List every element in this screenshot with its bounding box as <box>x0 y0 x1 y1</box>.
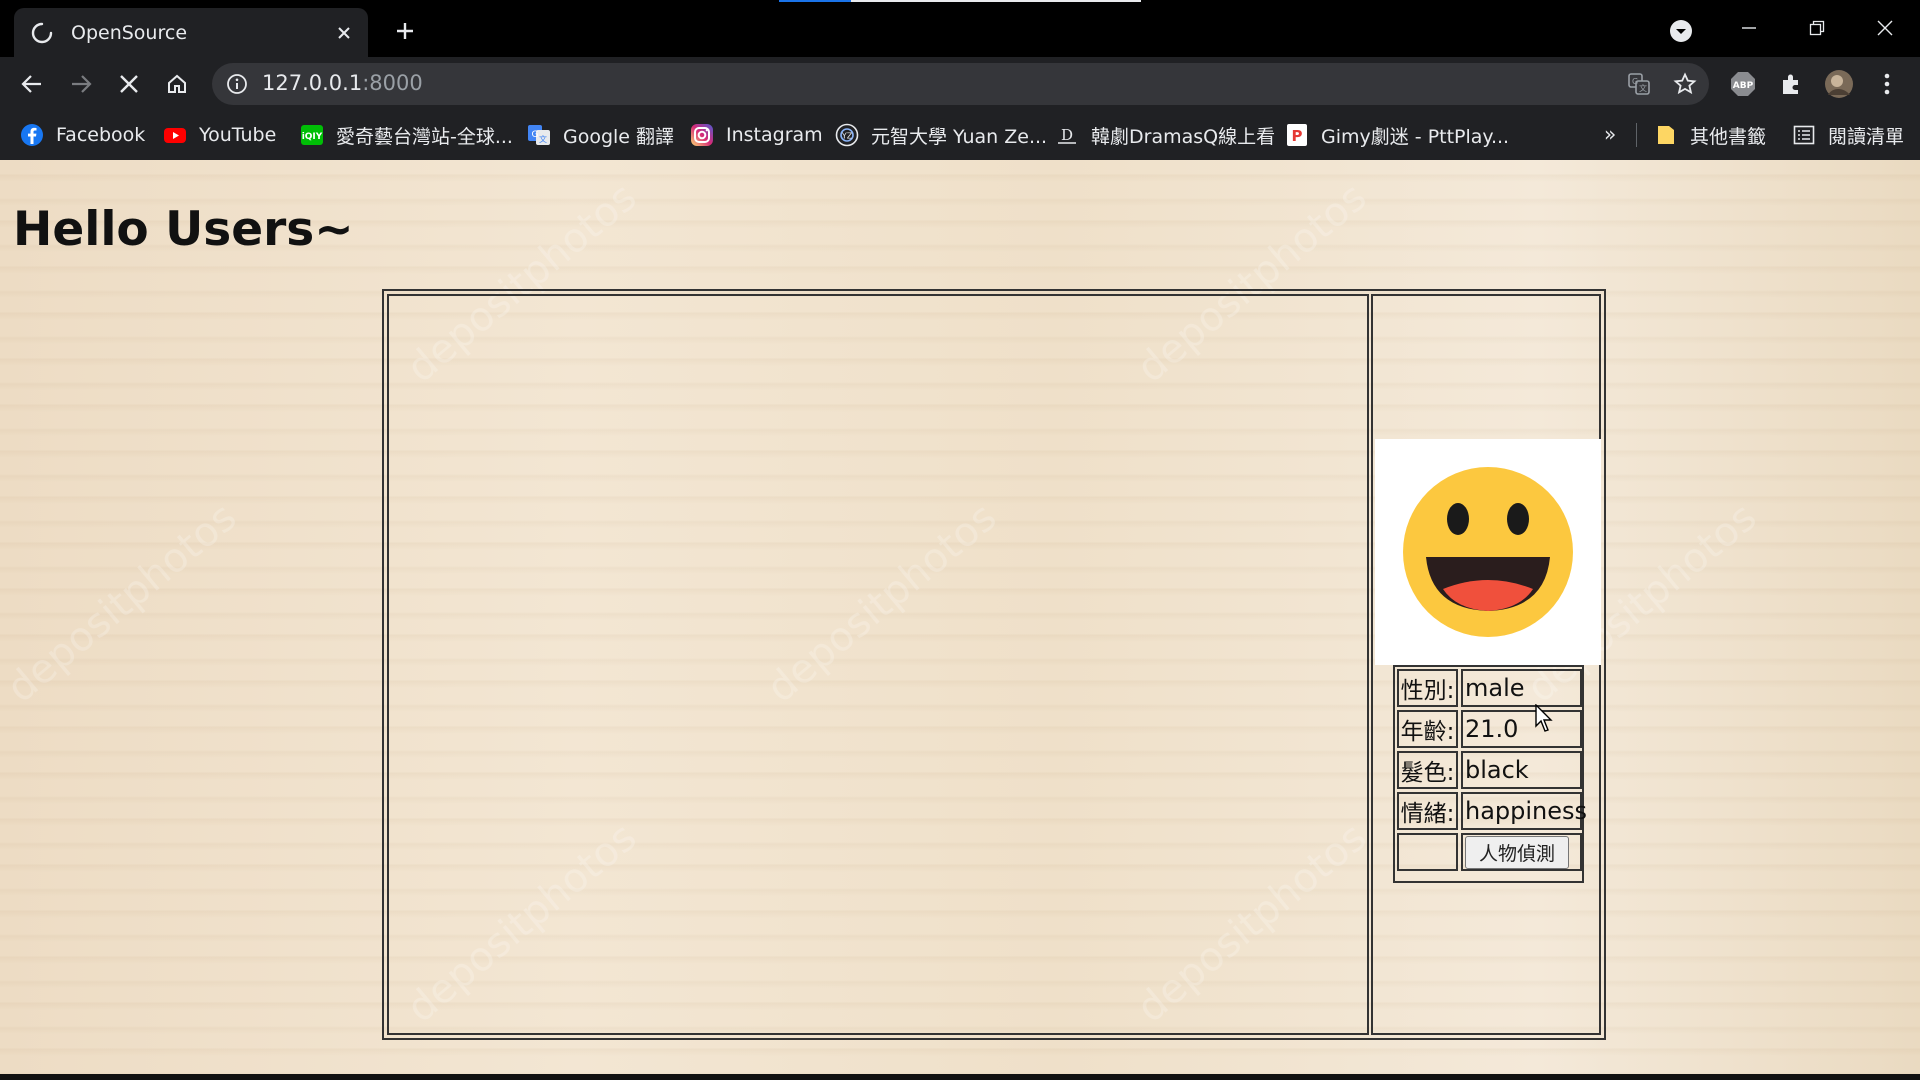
back-arrow-icon[interactable] <box>15 67 49 101</box>
svg-text:iQIY: iQIY <box>302 132 323 142</box>
bookmarks-bar: Facebook YouTube iQIY 愛奇藝台灣站-全球... G文 Go… <box>0 110 1920 160</box>
restore-icon[interactable] <box>1794 10 1840 46</box>
svg-text:D: D <box>1061 126 1073 144</box>
svg-text:P: P <box>1292 127 1303 145</box>
tab-opensource[interactable]: OpenSource <box>14 8 368 57</box>
bookmark-dramasq[interactable]: D 韓劇DramasQ線上看 <box>1055 110 1275 160</box>
svg-text:YZ: YZ <box>841 132 853 141</box>
result-panel: 性別: male 年齡: 21.0 髮色: black 情緒: happines… <box>1371 294 1601 1035</box>
bookmark-gimy[interactable]: P Gimy劇迷 - PttPlay... <box>1285 110 1509 160</box>
browser-menu-icon[interactable] <box>1872 69 1902 99</box>
translate-icon[interactable]: G 文 <box>1627 72 1651 96</box>
tab-search-icon[interactable] <box>1668 18 1694 44</box>
close-window-icon[interactable] <box>1862 10 1908 46</box>
bookmark-instagram[interactable]: Instagram <box>690 110 823 160</box>
taskbar-edge <box>0 1074 1920 1080</box>
home-icon[interactable] <box>160 67 194 101</box>
forward-arrow-icon[interactable] <box>64 67 98 101</box>
bookmark-star-icon[interactable] <box>1673 72 1697 96</box>
person-detect-button[interactable]: 人物偵測 <box>1465 836 1569 869</box>
empty-cell <box>1397 833 1458 871</box>
bookmark-label: Google 翻譯 <box>563 125 675 148</box>
gimy-icon: P <box>1285 123 1309 147</box>
bookmark-facebook[interactable]: Facebook <box>20 110 145 160</box>
hair-color-value: black <box>1461 751 1582 789</box>
smiling-face-icon <box>1403 467 1573 637</box>
bookmark-iqiyi[interactable]: iQIY 愛奇藝台灣站-全球... <box>300 110 513 160</box>
svg-text:ABP: ABP <box>1733 81 1754 91</box>
bookmarks-divider <box>1636 123 1637 147</box>
loading-spinner-icon <box>31 22 53 43</box>
bookmark-label: 元智大學 Yuan Ze... <box>871 125 1048 148</box>
yzu-icon: YZ <box>835 123 859 147</box>
bookmark-google-translate[interactable]: G文 Google 翻譯 <box>527 110 674 160</box>
bookmark-label: 韓劇DramasQ線上看 <box>1091 125 1276 148</box>
url-port: :8000 <box>362 71 423 95</box>
bookmarks-overflow-button[interactable]: » <box>1604 122 1616 146</box>
emotion-label: 情緒: <box>1397 792 1458 830</box>
emotion-image <box>1375 439 1601 665</box>
age-label: 年齡: <box>1397 710 1458 748</box>
bookmark-label: 其他書籤 <box>1690 125 1767 148</box>
bookmark-youtube[interactable]: YouTube <box>163 110 276 160</box>
person-info-table: 性別: male 年齡: 21.0 髮色: black 情緒: happines… <box>1393 665 1587 883</box>
svg-text:G: G <box>1632 77 1638 86</box>
bookmark-yzu[interactable]: YZ 元智大學 Yuan Ze... <box>835 110 1047 160</box>
browser-toolbar: 127.0.0.1:8000 G 文 ABP <box>0 57 1920 110</box>
video-area <box>387 294 1369 1035</box>
tab-strip: OpenSource <box>0 0 1920 57</box>
mouse-cursor-icon <box>1535 704 1553 732</box>
youtube-icon <box>163 123 187 147</box>
emotion-value: happiness <box>1461 792 1587 830</box>
gender-label: 性別: <box>1397 669 1458 707</box>
page-loading-bar <box>779 0 1141 2</box>
svg-text:文: 文 <box>539 134 547 144</box>
stop-loading-icon[interactable] <box>112 67 146 101</box>
url-text[interactable]: 127.0.0.1:8000 <box>262 71 423 95</box>
page-title: Hello Users~ <box>13 202 354 257</box>
hair-color-label: 髮色: <box>1397 751 1458 789</box>
profile-avatar[interactable] <box>1824 69 1854 99</box>
folder-icon <box>1654 123 1678 147</box>
bookmark-label: Instagram <box>726 124 823 146</box>
new-tab-button[interactable] <box>390 16 420 46</box>
svg-text:文: 文 <box>1639 83 1647 93</box>
iqiyi-icon: iQIY <box>300 123 324 147</box>
site-info-icon[interactable] <box>226 73 248 95</box>
address-bar[interactable]: 127.0.0.1:8000 G 文 <box>212 63 1709 105</box>
reading-list-icon <box>1792 123 1816 147</box>
bookmark-label: 閱讀清單 <box>1828 125 1905 148</box>
bookmark-label: 愛奇藝台灣站-全球... <box>336 125 513 148</box>
dramasq-icon: D <box>1055 123 1079 147</box>
page-content: depositphotos depositphotos depositphoto… <box>0 160 1920 1074</box>
age-value: 21.0 <box>1461 710 1582 748</box>
gender-value: male <box>1461 669 1582 707</box>
watermark: depositphotos <box>0 494 246 712</box>
bookmark-label: Gimy劇迷 - PttPlay... <box>1321 125 1510 148</box>
google-translate-icon: G文 <box>527 123 551 147</box>
minimize-icon[interactable] <box>1726 10 1772 46</box>
bookmark-other-folder[interactable]: 其他書籤 <box>1654 110 1766 160</box>
close-tab-icon[interactable] <box>330 19 358 47</box>
facebook-icon <box>20 123 44 147</box>
bookmark-label: Facebook <box>56 124 146 146</box>
tab-title: OpenSource <box>71 21 188 44</box>
adblock-extension-icon[interactable]: ABP <box>1728 69 1758 99</box>
bookmark-label: YouTube <box>199 124 277 146</box>
svg-text:G: G <box>532 130 539 140</box>
reading-list-button[interactable]: 閱讀清單 <box>1792 110 1904 160</box>
instagram-icon <box>690 123 714 147</box>
extensions-puzzle-icon[interactable] <box>1776 69 1806 99</box>
layout-table: 性別: male 年齡: 21.0 髮色: black 情緒: happines… <box>382 289 1606 1040</box>
url-host: 127.0.0.1 <box>262 71 363 95</box>
